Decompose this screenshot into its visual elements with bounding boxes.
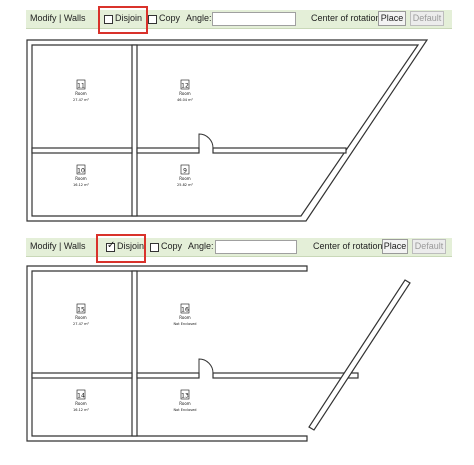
room-number: 9 [183,168,187,175]
room-number: 15 [77,307,85,314]
floor-plan-drawing: 11 Room 27.47 m² 12 Room 46.04 m² 10 Roo… [26,39,429,222]
room-number: 12 [181,83,189,90]
door-icon [198,133,214,149]
room-name: Room [179,315,190,320]
horizontal-wall-left[interactable] [31,372,133,379]
floor-plan-drawing: 15 Room 27.47 m² 16 Room Not Enclosed 14… [26,265,411,442]
room-name: Room [179,401,190,406]
room-tag[interactable]: 14 Room 16.12 m² [73,389,90,412]
room-area: 27.47 m² [73,98,90,102]
vertical-wall[interactable] [131,44,138,217]
room-area: Not Enclosed [174,322,197,326]
room-name: Room [75,176,86,181]
bottom-panel: Modify | Walls ✓ Disjoin Copy Angle: Cen… [0,232,474,465]
room-number: 10 [77,168,85,175]
room-area: 16.12 m² [73,408,90,412]
walls[interactable] [26,265,411,442]
interior-walls[interactable] [31,44,347,217]
room-tag[interactable]: 16 Room Not Enclosed [174,303,197,326]
horizontal-wall-right[interactable] [212,372,359,379]
room-name: Room [179,91,190,96]
walls[interactable] [26,39,429,222]
outer-wall[interactable] [26,265,308,442]
door-icon [198,358,214,374]
room-tag[interactable]: 12 Room 46.04 m² [177,79,194,102]
horizontal-wall-left[interactable] [31,147,133,154]
room-tag[interactable]: 11 Room 27.47 m² [73,79,90,102]
room-area: 27.47 m² [73,322,90,326]
diagonal-wall[interactable] [308,279,411,431]
room-tag[interactable]: 9 Room 25.82 m² [177,164,194,187]
horizontal-wall-right[interactable] [212,147,347,154]
room-area: 25.82 m² [177,183,194,187]
room-number: 14 [77,393,85,400]
room-name: Room [75,91,86,96]
top-panel: Modify | Walls Disjoin Copy Angle: Cente… [0,0,474,230]
horizontal-wall-middle[interactable] [136,372,200,379]
room-name: Room [179,176,190,181]
outer-wall[interactable] [26,39,429,222]
vertical-wall[interactable] [131,270,138,437]
room-area: Not Enclosed [174,408,197,412]
room-tag[interactable]: 15 Room 27.47 m² [73,303,90,326]
room-number: 11 [77,83,85,90]
horizontal-wall-middle[interactable] [136,147,200,154]
room-number: 13 [181,393,189,400]
room-tag[interactable]: 13 Room Not Enclosed [174,389,197,412]
room-name: Room [75,401,86,406]
room-number: 16 [181,307,189,314]
room-tag[interactable]: 10 Room 16.12 m² [73,164,90,187]
room-area: 46.04 m² [177,98,194,102]
room-name: Room [75,315,86,320]
room-area: 16.12 m² [73,183,90,187]
